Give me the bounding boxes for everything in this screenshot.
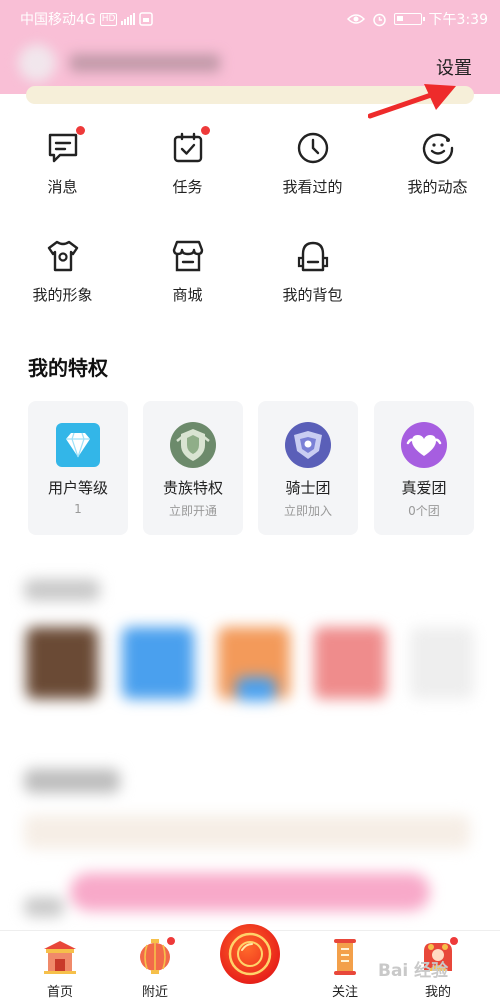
knight-badge-icon xyxy=(285,422,331,468)
live-camera-icon xyxy=(228,932,272,976)
follow-scroll-icon xyxy=(334,939,356,975)
menu-item-label: 我的形象 xyxy=(32,286,93,304)
menu-item-backpack[interactable]: 我的背包 xyxy=(250,238,375,305)
notification-dot xyxy=(167,937,175,945)
privilege-card-noble[interactable]: 贵族特权 立即开通 xyxy=(143,401,243,535)
alarm-icon xyxy=(372,13,386,26)
notification-dot xyxy=(75,126,85,135)
profile-header: 中国移动4G HD 下午3:39 设置 xyxy=(0,0,500,94)
message-icon xyxy=(48,133,77,163)
nav-label: 附近 xyxy=(141,985,168,1000)
nav-item-home[interactable]: 首页 xyxy=(10,937,110,1000)
menu-item-label: 商城 xyxy=(172,286,203,304)
privilege-sub: 立即加入 xyxy=(283,504,332,518)
diamond-icon xyxy=(56,423,100,467)
privilege-card-knights[interactable]: 骑士团 立即加入 xyxy=(258,401,358,535)
menu-item-shop[interactable]: 商城 xyxy=(125,238,250,305)
avatar-shirt-icon xyxy=(47,240,78,272)
privilege-sub: 立即开通 xyxy=(168,504,217,518)
noble-shield-icon xyxy=(170,422,216,468)
privilege-label: 用户等级 xyxy=(47,479,108,497)
shop-icon xyxy=(172,240,203,272)
home-temple-icon xyxy=(44,941,76,974)
moments-icon xyxy=(422,133,453,164)
privilege-card-true-love[interactable]: 真爱团 0个团 xyxy=(374,401,474,535)
menu-item-avatar-style[interactable]: 我的形象 xyxy=(0,238,125,305)
hd-badge: HD xyxy=(99,12,118,26)
profile-page: 中国移动4G HD 下午3:39 设置 消息 任务 我看过的 我的动态 我的形象… xyxy=(0,0,500,1000)
notification-dot xyxy=(200,126,210,135)
privilege-label: 真爱团 xyxy=(401,479,447,497)
red-arrow-annotation xyxy=(368,84,456,119)
nav-item-nearby[interactable]: 附近 xyxy=(105,937,205,1000)
menu-item-moments[interactable]: 我的动态 xyxy=(375,130,500,197)
avatar xyxy=(18,44,56,82)
settings-button[interactable]: 设置 xyxy=(436,54,472,80)
privilege-label: 骑士团 xyxy=(285,479,331,497)
menu-item-label: 我看过的 xyxy=(282,178,343,196)
signal-icon xyxy=(121,13,136,25)
menu-item-label: 任务 xyxy=(172,178,203,196)
backpack-icon xyxy=(297,241,328,272)
privilege-sub: 0个团 xyxy=(408,504,440,518)
clock-text: 下午3:39 xyxy=(428,12,488,28)
username-blurred xyxy=(70,54,220,72)
menu-item-label: 我的背包 xyxy=(282,286,343,304)
privilege-label: 贵族特权 xyxy=(162,479,223,497)
heart-group-icon xyxy=(401,422,447,468)
privilege-card-user-level[interactable]: 用户等级 1 xyxy=(28,401,128,535)
carrier-text: 中国移动4G xyxy=(20,12,96,28)
blurred-content-area xyxy=(0,565,500,930)
battery-icon xyxy=(393,13,425,25)
user-profile-blurred[interactable] xyxy=(18,44,220,82)
nav-label: 我的 xyxy=(424,985,451,1000)
history-clock-icon xyxy=(297,132,328,164)
menu-item-label: 消息 xyxy=(47,178,78,196)
live-camera-button[interactable] xyxy=(220,924,280,984)
privilege-sub: 1 xyxy=(74,502,82,516)
menu-item-label: 我的动态 xyxy=(407,178,468,196)
notification-dot xyxy=(450,937,458,945)
nav-label: 关注 xyxy=(331,985,358,1000)
eye-icon xyxy=(346,14,365,24)
baidu-watermark: Bai 经验 xyxy=(378,961,449,981)
menu-item-messages[interactable]: 消息 xyxy=(0,126,125,197)
menu-item-history[interactable]: 我看过的 xyxy=(250,130,375,197)
menu-item-tasks[interactable]: 任务 xyxy=(125,126,250,197)
wifi-box-icon xyxy=(139,12,154,26)
nav-label: 首页 xyxy=(46,985,73,1000)
status-bar: 中国移动4G HD 下午3:39 xyxy=(0,0,500,34)
task-icon xyxy=(173,132,202,163)
privileges-title: 我的特权 xyxy=(28,356,108,380)
